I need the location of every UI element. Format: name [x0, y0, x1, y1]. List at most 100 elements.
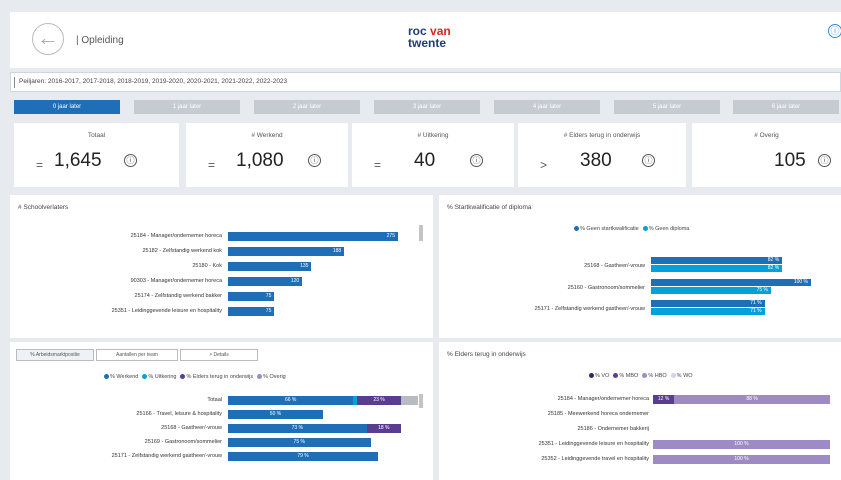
info-icon[interactable]: ⓘ — [818, 154, 831, 167]
bar-value-label: 79 % — [297, 453, 309, 459]
kpi-value: 1,645 — [54, 150, 102, 171]
legend-label: % MBO — [619, 373, 639, 379]
bar-category-label: 90303 - Manager/ondernemer horeca — [130, 278, 222, 284]
bar-value-label: 23 % — [373, 397, 385, 403]
legend-dot-icon — [642, 226, 648, 232]
legend-item: % Geen diploma — [642, 226, 690, 232]
tab-2-jaar-later[interactable]: 2 jaar later — [254, 100, 360, 114]
bar-value-label: 100 % — [734, 441, 749, 447]
tab-5-jaar-later[interactable]: 5 jaar later — [614, 100, 720, 114]
panel-title: # Schoolverlaters — [18, 204, 69, 211]
tab-6-jaar-later[interactable]: 6 jaar later — [733, 100, 839, 114]
bar-category-label: 25160 - Gastronoom/sommelier — [567, 285, 645, 291]
bar-category-label: 25185 - Meewerkend horeca ondernemer — [547, 411, 649, 417]
bar-value-label: 100 % — [734, 456, 749, 462]
legend-label: % HBO — [648, 373, 667, 379]
kpi-trend-symbol: = — [208, 158, 216, 172]
legend-dot-icon — [180, 374, 186, 380]
bar-segment[interactable] — [400, 396, 418, 405]
bar-category-label: Totaal — [207, 397, 222, 403]
legend-dot-icon — [104, 374, 109, 380]
legend-label: % VO — [595, 373, 610, 379]
legend-item: % HBO — [642, 373, 667, 379]
legend-label: % Geen startkwalificatie — [580, 226, 639, 232]
bar-value-label: 75 % — [756, 287, 768, 293]
legend-item: % WO — [670, 373, 693, 379]
tab-4-jaar-later[interactable]: 4 jaar later — [494, 100, 600, 114]
bar-category-label: 25184 - Manager/ondernemer horeca — [130, 233, 222, 239]
kpi-label: # Uitkering — [417, 132, 449, 139]
legend-item: % Elders terug in onderwijs — [180, 374, 253, 380]
legend-label: % WO — [676, 373, 693, 379]
tab-1-jaar-later[interactable]: 1 jaar later — [134, 100, 240, 114]
bar-value-label: 73 % — [291, 425, 304, 431]
bar-value-label: 75 % — [293, 439, 305, 445]
kpi-card: # Elders terug in onderwijs >380 ⓘ — [518, 123, 686, 187]
legend-dot-icon — [670, 373, 676, 379]
legend-label: % Geen diploma — [648, 226, 690, 232]
kpi-trend-symbol: > — [540, 158, 548, 172]
info-icon[interactable]: ⓘ — [124, 154, 137, 167]
bar-category-label: 25169 - Gastronoom/sommelier — [144, 439, 222, 445]
info-icon[interactable]: ⓘ — [308, 154, 321, 167]
bar-value-label: 188 — [332, 248, 342, 254]
legend-dot-icon — [574, 226, 579, 232]
info-icon[interactable]: ⓘ — [828, 24, 841, 38]
legend-dot-icon — [257, 374, 263, 380]
bar-category-label: 25171 - Zelfstandig werkend gastheer/-vr… — [111, 453, 222, 459]
bar-value-label: 75 — [265, 293, 272, 299]
info-icon[interactable]: ⓘ — [470, 154, 483, 167]
legend-dot-icon — [142, 374, 148, 380]
kpi-card: # Uitkering = 40 ⓘ — [352, 123, 514, 187]
kpi-trend-symbol: = — [36, 158, 44, 172]
bar-value-label: 75 — [265, 308, 272, 314]
page-title: | Opleiding — [76, 35, 124, 46]
bar-category-label: 25180 - Kok — [192, 263, 222, 269]
filter-bar[interactable]: Peiljaren: 2016-2017, 2017-2018, 2018-20… — [10, 72, 841, 92]
legend-item: % VO — [589, 373, 609, 379]
bar-category-label: 25171 - Zelfstandig werkend gastheer/-vr… — [534, 306, 645, 312]
subtab-0[interactable]: % Arbeidsmarktpositie — [16, 349, 94, 361]
scrollbar[interactable] — [419, 225, 423, 241]
subtab-2[interactable]: > Details — [180, 349, 258, 361]
arbeidsmarkt-panel: % Werkend % Uitkering % Elders terug in on… — [10, 342, 433, 480]
bar-category-label: 25174 - Zelfstandig werkend bakker — [134, 293, 222, 299]
kpi-card: # Overig 105 ⓘ — [692, 123, 841, 187]
scrollbar[interactable] — [419, 394, 423, 408]
logo: roc van twente — [408, 24, 451, 50]
subtab-1[interactable]: Aantallen per team — [96, 349, 178, 361]
legend-label: % Overig — [263, 374, 286, 380]
bar-category-label: 25168 - Gastheer/-vrouw — [584, 263, 645, 269]
elders-onderwijs-panel: % Elders terug in onderwijs % VO % MBO % H… — [439, 342, 841, 480]
bar-value-label: 135 — [300, 263, 309, 269]
bar-value-label: 275 — [386, 233, 395, 239]
bar-value-label: 12 % — [657, 396, 670, 402]
bar-value-label: 71 % — [750, 308, 762, 314]
bar-category-label: 25166 - Travel, leisure & hospitality — [136, 411, 222, 417]
tab-3-jaar-later[interactable]: 3 jaar later — [374, 100, 480, 114]
chart-legend: % Geen startkwalificatie % Geen diploma — [574, 226, 693, 232]
bar-category-label: 25352 - Leidinggevende travel en hospita… — [541, 456, 649, 462]
kpi-value: 380 — [580, 150, 612, 171]
bar-category-label: 25351 - Leidinggevende leisure en hospit… — [538, 441, 649, 447]
tab-0-jaar-later[interactable]: 0 jaar later — [14, 100, 120, 114]
kpi-trend-symbol: = — [374, 158, 382, 172]
bar-value-label: 88 % — [746, 396, 758, 402]
bar-value-label: 66 % — [284, 397, 297, 403]
legend-item: % Werkend — [104, 374, 138, 380]
bar-value-label: 82 % — [767, 265, 780, 271]
kpi-value: 1,080 — [236, 150, 284, 171]
bar-category-label: 25184 - Manager/ondernemer horeca — [557, 396, 649, 402]
chart-legend: % Werkend % Uitkering % Elders terug in on… — [104, 374, 290, 380]
legend-dot-icon — [642, 373, 648, 379]
bar-category-label: 25182 - Zelfstandig werkend kok — [142, 248, 223, 254]
startkwalificatie-panel: % Startkwalificatie of diploma % Geen st… — [439, 195, 841, 338]
legend-item: % Overig — [257, 374, 286, 380]
bar-category-label: 25351 - Leidinggevende leisure en hospit… — [111, 308, 222, 314]
panel-title: % Elders terug in onderwijs — [447, 351, 526, 358]
info-icon[interactable]: ⓘ — [642, 154, 655, 167]
kpi-label: # Overig — [754, 132, 779, 139]
back-arrow-icon[interactable]: ← — [32, 23, 64, 55]
panel-title: % Startkwalificatie of diploma — [447, 204, 532, 211]
legend-label: % Uitkering — [148, 374, 177, 380]
